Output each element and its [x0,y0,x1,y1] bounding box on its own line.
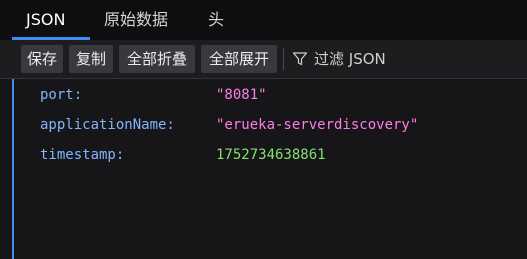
json-row-port[interactable]: port: "8081" [0,82,527,108]
toolbar-divider [283,48,284,70]
json-value: "8081" [216,87,267,103]
json-value: 1752734638861 [216,147,326,163]
tab-headers[interactable]: 头 [208,0,224,40]
copy-button[interactable]: 复制 [69,45,113,73]
filter-placeholder: 过滤 JSON [314,50,386,68]
save-button[interactable]: 保存 [21,45,63,73]
tab-json[interactable]: JSON [26,0,65,40]
toolbar: 保存 复制 全部折叠 全部展开 过滤 JSON [0,40,527,79]
json-row-applicationname[interactable]: applicationName: "erueka-serverdiscovery… [0,112,527,138]
json-key: applicationName: [40,117,175,133]
json-viewer: JSON 原始数据 头 保存 复制 全部折叠 全部展开 过滤 JSON port… [0,0,527,259]
json-value: "erueka-serverdiscovery" [216,117,419,133]
collapse-all-button[interactable]: 全部折叠 [119,45,195,73]
json-tree: port: "8081" applicationName: "erueka-se… [0,79,527,259]
json-key: timestamp: [40,147,125,163]
json-key: port: [40,87,83,103]
json-row-timestamp[interactable]: timestamp: 1752734638861 [0,142,527,168]
tab-raw-data[interactable]: 原始数据 [104,0,168,40]
expand-all-button[interactable]: 全部展开 [201,45,277,73]
funnel-icon [292,52,308,66]
tab-bar: JSON 原始数据 头 [0,0,527,40]
